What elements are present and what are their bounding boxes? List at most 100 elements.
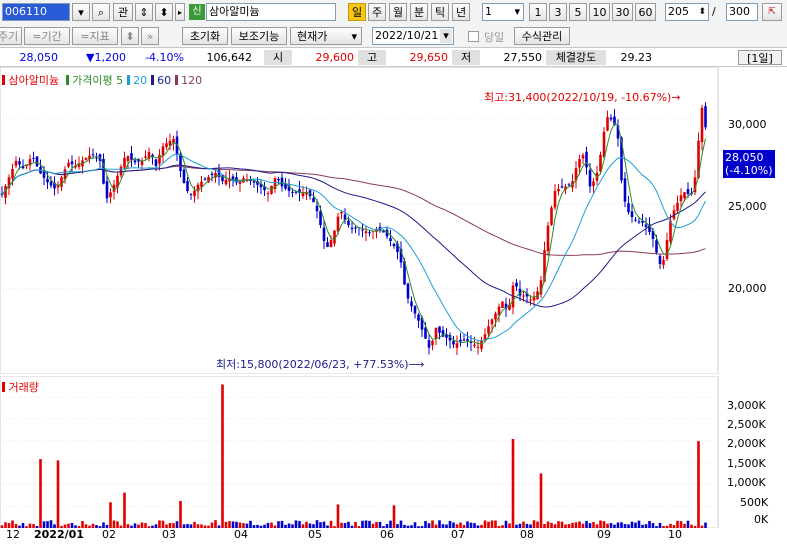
watchlist-button[interactable]: 관 <box>113 3 133 21</box>
price-chart-pane[interactable]: 삼아알미늄 가격이평 5 20 60 120 최고:31,400(2022/10… <box>0 67 787 374</box>
badge-price: 28,050 <box>725 151 764 164</box>
stock-code-input[interactable]: 006110 <box>2 3 70 21</box>
chevron-down-icon: ▾ <box>440 29 452 43</box>
code-dropdown-button[interactable]: ▾ <box>72 3 90 21</box>
max-count-field: 300 <box>726 3 758 21</box>
period-tab-day[interactable]: 일 <box>348 3 366 21</box>
candle-body <box>546 225 550 252</box>
volume: 106,642 <box>206 51 253 64</box>
volume-spike-bar <box>39 459 42 528</box>
candle-body <box>18 161 21 165</box>
next-button[interactable]: ⬍ <box>155 3 173 21</box>
candle-body <box>32 157 35 159</box>
candle-body <box>105 181 109 199</box>
candle-body <box>210 173 214 176</box>
caret-icon: ▸ <box>177 8 182 17</box>
legend-stock-name: 삼아알미늄 <box>8 74 60 87</box>
volume-bar <box>648 521 651 528</box>
volume-bar <box>161 520 165 528</box>
y-tick-20000: 20,000 <box>728 282 767 295</box>
volume-bar <box>602 521 606 528</box>
today-checkbox[interactable] <box>468 31 479 42</box>
volume-bar <box>46 521 49 528</box>
open-price: 29,600 <box>315 51 355 64</box>
scroll-button[interactable]: » <box>141 27 159 45</box>
period-tab-minute[interactable]: 분 <box>410 3 428 21</box>
candle-body <box>686 189 690 195</box>
candle-body <box>165 143 168 148</box>
low-price: 27,550 <box>503 51 543 64</box>
quick-count-10[interactable]: 10 <box>589 3 610 21</box>
quick-count-1[interactable]: 1 <box>529 3 547 21</box>
search-button[interactable]: ⌕ <box>92 3 110 21</box>
volume-bar <box>494 520 497 528</box>
quick-count-60[interactable]: 60 <box>635 3 656 21</box>
reset-button[interactable]: 초기화 <box>182 27 228 45</box>
candle-body <box>144 156 147 158</box>
volume-bar <box>424 520 427 528</box>
quick-count-5[interactable]: 5 <box>569 3 587 21</box>
candle-body <box>347 220 350 226</box>
candle-body <box>431 340 434 346</box>
volume-chart-pane[interactable]: 거래량 3,000K 2,500K 2,000K 1,500K 1,000K 5… <box>0 376 787 528</box>
bar-count-input[interactable]: 205 ⬍ <box>665 3 709 21</box>
strength-label: 체결강도 <box>546 50 606 65</box>
quick-count-30[interactable]: 30 <box>612 3 633 21</box>
candle-body <box>532 297 536 301</box>
prev-button[interactable]: ▸ <box>175 3 185 21</box>
volume-spike-bar <box>56 460 60 528</box>
formula-button[interactable]: 수식관리 <box>514 27 570 45</box>
price-type-select[interactable]: 현재가 ▾ <box>290 27 362 45</box>
candle-body <box>413 306 417 314</box>
volume-bar <box>158 520 161 528</box>
price-legend: 삼아알미늄 가격이평 5 20 60 120 <box>2 72 202 88</box>
expand-icon[interactable]: ⇱ <box>762 3 782 21</box>
volume-legend: 거래량 <box>2 379 39 395</box>
candle-body <box>459 339 462 342</box>
candle-body <box>389 238 392 242</box>
related-button[interactable]: ⇕ <box>135 3 153 21</box>
candle-body <box>637 221 641 223</box>
volume-bar <box>504 520 508 528</box>
strength-value: 29.23 <box>620 51 653 64</box>
indicator-button[interactable]: =지표 <box>72 27 118 45</box>
min-annotation: 최저:15,800(2022/06/23, +77.53%)⟶ <box>216 358 425 371</box>
date-picker[interactable]: 2022/10/21 ▾ <box>372 27 454 45</box>
volume-bar <box>231 521 235 528</box>
candle-body <box>585 151 588 168</box>
period-tab-week[interactable]: 주 <box>368 3 386 21</box>
volume-bar <box>112 520 116 528</box>
x-tick: 2022/01 <box>34 528 84 541</box>
vol-tick-3000k: 3,000K <box>727 399 766 412</box>
volume-bar <box>483 520 487 528</box>
interval-select[interactable]: 1 ▾ <box>482 3 524 21</box>
period-tab-month[interactable]: 월 <box>389 3 407 21</box>
volume-chart[interactable] <box>0 376 787 528</box>
candle-body <box>487 326 490 334</box>
candle-body <box>361 229 364 231</box>
y-tick-30000: 30,000 <box>728 118 767 131</box>
x-tick: 02 <box>102 528 116 541</box>
candle-body <box>42 171 46 178</box>
period-tab-tick[interactable]: 틱 <box>431 3 449 21</box>
period-button[interactable]: 주기 <box>0 27 22 45</box>
candle-body <box>291 191 294 193</box>
candle-body <box>662 259 665 265</box>
assist-button[interactable]: 보조기능 <box>231 27 287 45</box>
range-button[interactable]: =기간 <box>24 27 70 45</box>
volume-bar <box>599 520 602 528</box>
candle-body <box>602 131 606 157</box>
quick-count-3[interactable]: 3 <box>549 3 567 21</box>
candle-body <box>567 184 571 186</box>
candle-body <box>91 154 95 156</box>
candle-body <box>588 170 592 187</box>
candle-body <box>466 338 469 341</box>
vol-tick-1000k: 1,000K <box>727 476 766 489</box>
period-tab-year[interactable]: 년 <box>452 3 470 21</box>
price-chart[interactable] <box>0 67 787 374</box>
overlay-button[interactable]: ⬍ <box>121 27 139 45</box>
x-tick: 09 <box>597 528 611 541</box>
volume-bar <box>466 521 469 528</box>
chevron-down-icon: ▾ <box>351 30 357 43</box>
candle-body <box>522 295 525 297</box>
